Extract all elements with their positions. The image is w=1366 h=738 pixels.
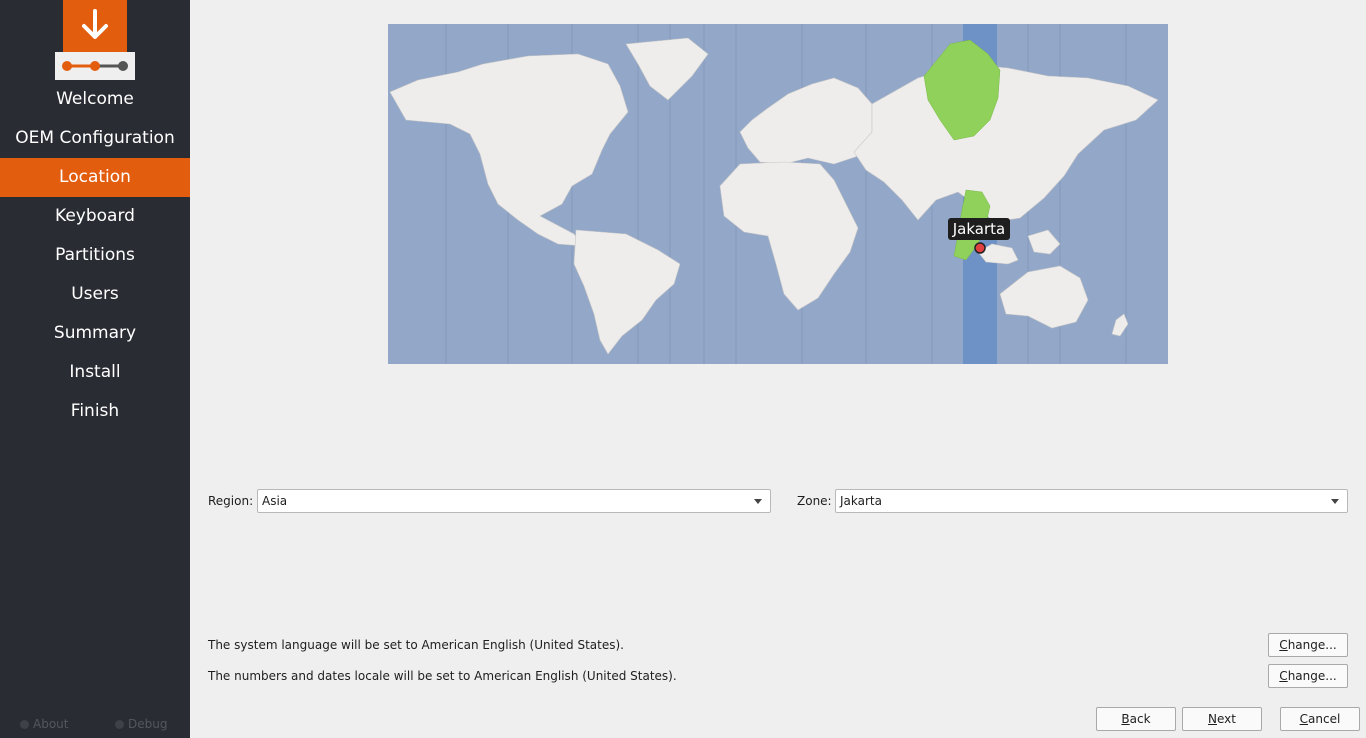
sidebar-step-location: Location xyxy=(0,158,190,197)
back-label: ack xyxy=(1129,712,1151,726)
download-arrow-icon xyxy=(82,9,108,39)
locale-text: The numbers and dates locale will be set… xyxy=(208,669,677,683)
system-language-text: The system language will be set to Ameri… xyxy=(208,638,624,652)
debug-toggle[interactable]: Debug xyxy=(115,717,167,731)
cancel-button[interactable]: Cancel xyxy=(1280,707,1360,731)
debug-icon xyxy=(115,720,124,729)
progress-dots-icon xyxy=(55,52,135,80)
change-locale-button[interactable]: Change... xyxy=(1268,664,1348,688)
region-select[interactable]: Asia xyxy=(257,489,771,513)
cancel-mnemonic: C xyxy=(1299,712,1309,726)
sidebar-step-finish: Finish xyxy=(70,401,120,421)
back-button[interactable]: Back xyxy=(1096,707,1176,731)
sidebar-step-summary: Summary xyxy=(53,323,137,343)
next-button[interactable]: Next xyxy=(1182,707,1262,731)
change-language-button[interactable]: Change... xyxy=(1268,633,1348,657)
about-button[interactable]: About xyxy=(20,717,68,731)
zone-select[interactable]: Jakarta xyxy=(835,489,1348,513)
info-icon xyxy=(20,720,29,729)
next-mnemonic: N xyxy=(1208,712,1217,726)
installer-logo xyxy=(63,0,127,52)
change-locale-mnemonic: C xyxy=(1279,669,1288,683)
sidebar-step-install: Install xyxy=(69,362,121,382)
change-language-label: hange... xyxy=(1287,638,1337,652)
region-label: Region: xyxy=(208,494,254,508)
sidebar-step-partitions: Partitions xyxy=(55,245,135,265)
zone-value: Jakarta xyxy=(840,494,882,508)
timezone-map[interactable]: Jakarta xyxy=(388,24,1168,364)
city-marker-icon[interactable] xyxy=(974,242,986,254)
next-label: ext xyxy=(1217,712,1236,726)
sidebar-step-users: Users xyxy=(71,284,119,304)
zone-label: Zone: xyxy=(797,494,832,508)
change-locale-label: hange... xyxy=(1287,669,1337,683)
sidebar-step-welcome: Welcome xyxy=(56,89,134,109)
about-label: About xyxy=(33,717,69,731)
debug-label: Debug xyxy=(128,717,168,731)
region-value: Asia xyxy=(262,494,288,508)
cancel-label: ancel xyxy=(1308,712,1341,726)
chevron-down-icon xyxy=(1331,499,1339,504)
city-tooltip-label: Jakarta xyxy=(952,220,1005,238)
sidebar-step-oem-configuration: OEM Configuration xyxy=(15,128,175,148)
chevron-down-icon xyxy=(754,499,762,504)
change-language-mnemonic: C xyxy=(1279,638,1288,652)
back-mnemonic: B xyxy=(1121,712,1130,726)
sidebar-step-keyboard: Keyboard xyxy=(55,206,135,226)
sidebar: Welcome OEM Configuration Location Keybo… xyxy=(0,0,190,738)
